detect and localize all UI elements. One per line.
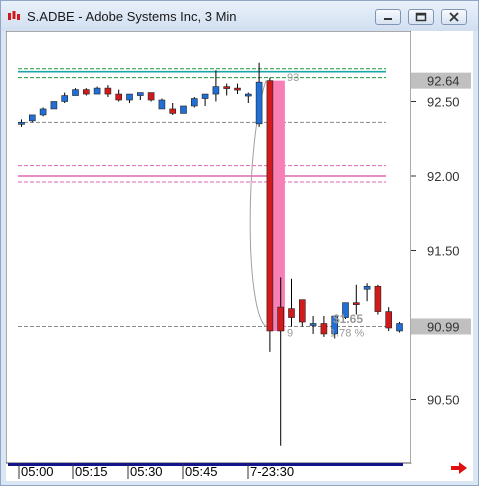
candle-body (309, 323, 317, 326)
candle-body (245, 93, 252, 97)
current-price-label: 90.99 (427, 319, 460, 334)
level-fragment: 9 (287, 327, 293, 339)
last-price-label: 92.64 (427, 74, 460, 89)
candle-body (396, 323, 403, 332)
level-label: 93 (287, 72, 299, 84)
candle-body (93, 87, 101, 95)
candle-body (72, 89, 79, 96)
candle-body (115, 93, 122, 101)
candle-body (298, 299, 306, 323)
candle-body (126, 93, 133, 101)
scroll-right-arrow-icon[interactable] (449, 460, 469, 476)
candlestick-app-icon (8, 11, 20, 20)
candle-body (158, 99, 166, 110)
candle-body (83, 89, 90, 95)
candle-body (363, 285, 371, 290)
y-tick-label: 91.50 (427, 244, 460, 259)
candle-body (352, 302, 360, 305)
candle-body (255, 81, 263, 125)
x-tick-label: 7-23:30 (250, 464, 294, 479)
candle-body (169, 108, 176, 114)
candle-body (147, 92, 155, 101)
candle-body (234, 87, 241, 91)
restore-button[interactable] (408, 9, 434, 25)
candle-body (180, 105, 187, 114)
candle-body (277, 306, 285, 332)
x-tick-label: 05:30 (130, 464, 163, 479)
candle-body (191, 98, 198, 107)
candle-body (50, 101, 58, 110)
candle-body (212, 86, 220, 95)
candle-body (374, 285, 382, 312)
candle-body (61, 95, 69, 102)
close-button[interactable] (441, 9, 467, 25)
price-chart[interactable]: 93$1.651.78 %9 92.5092.0091.5091.0090.50… (6, 31, 473, 481)
candle-body (201, 93, 209, 99)
chart-window: S.ADBE - Adobe Systems Inc, 3 Min 93 $1.6… (0, 0, 479, 486)
change-value: $1.65 (333, 312, 363, 326)
candle-body (137, 92, 144, 96)
candle-body (385, 311, 393, 329)
candle-body (266, 80, 274, 332)
x-tick-label: 05:45 (185, 464, 218, 479)
window-title: S.ADBE - Adobe Systems Inc, 3 Min (27, 9, 237, 24)
change-percent: 1.78 % (330, 327, 364, 339)
x-tick-label: 05:00 (21, 464, 54, 479)
candle-body (28, 114, 36, 122)
close-icon (449, 12, 459, 22)
minimize-icon (384, 18, 392, 20)
y-tick-label: 92.00 (427, 169, 460, 184)
chart-area[interactable]: 93$1.651.78 %9 92.5092.0091.5091.0090.50… (6, 31, 473, 481)
minimize-button[interactable] (375, 9, 401, 25)
x-tick-label: 05:15 (75, 464, 108, 479)
restore-icon (415, 12, 427, 22)
y-tick-label: 90.50 (427, 393, 460, 408)
y-tick-label: 92.50 (427, 95, 460, 110)
candle-body (104, 87, 112, 95)
title-bar[interactable]: S.ADBE - Adobe Systems Inc, 3 Min (1, 1, 478, 31)
candle-body (320, 323, 328, 335)
candle-body (223, 86, 230, 89)
candle-body (18, 122, 25, 125)
candle-body (39, 108, 47, 116)
candle-body (288, 308, 295, 318)
